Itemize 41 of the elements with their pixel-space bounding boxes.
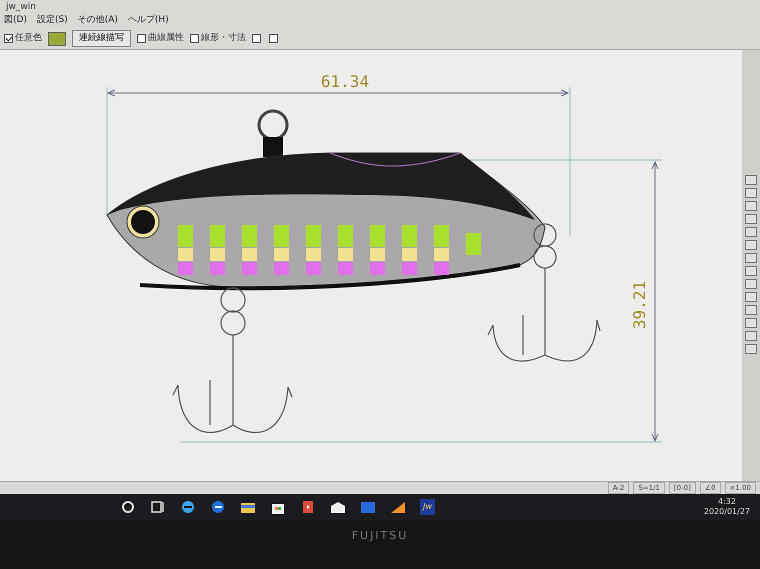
checkbox[interactable] <box>252 34 261 43</box>
tool-button[interactable] <box>745 279 757 289</box>
checkbox[interactable] <box>269 34 278 43</box>
checkbox[interactable] <box>190 34 199 43</box>
toolbar-button[interactable]: 連続線描写 <box>72 30 131 48</box>
media-icon[interactable] <box>300 499 316 515</box>
color-swatch[interactable] <box>48 32 66 46</box>
triangle-app-icon[interactable] <box>390 499 406 515</box>
mail-icon[interactable] <box>330 499 346 515</box>
tool-button[interactable] <box>745 344 757 354</box>
tool-button[interactable] <box>745 214 757 224</box>
tool-button[interactable] <box>745 253 757 263</box>
clock-date: 2020/01/27 <box>704 507 750 517</box>
menu-item[interactable]: 図(D) <box>4 14 27 28</box>
checkbox[interactable] <box>4 34 13 43</box>
tool-button[interactable] <box>745 175 757 185</box>
app-icon[interactable]: Jw <box>420 499 435 515</box>
tool-button[interactable] <box>745 201 757 211</box>
window-app-icon[interactable] <box>360 499 376 515</box>
tool-button[interactable] <box>745 292 757 302</box>
checkbox-label: 線形・寸法 <box>201 32 246 45</box>
tool-button[interactable] <box>745 331 757 341</box>
checkbox[interactable] <box>137 34 146 43</box>
clock-time: 4:32 <box>716 497 737 507</box>
tool-button[interactable] <box>745 266 757 276</box>
checkbox-label: 任意色 <box>15 32 42 45</box>
dimension-value: 39.21 <box>630 280 649 330</box>
menu-item[interactable]: その他(A) <box>78 14 118 28</box>
tool-button[interactable] <box>745 305 757 315</box>
tool-button[interactable] <box>745 188 757 198</box>
menu-item[interactable]: ヘルプ(H) <box>128 14 169 28</box>
checkbox-label: 曲線属性 <box>148 32 184 45</box>
tool-button[interactable] <box>745 240 757 250</box>
task-view-icon[interactable] <box>150 499 166 515</box>
tool-button[interactable] <box>745 318 757 328</box>
brand-logo: FUJITSU <box>352 528 408 544</box>
search-icon[interactable] <box>120 499 136 515</box>
tool-button[interactable] <box>745 227 757 237</box>
menu-item[interactable]: 設定(S) <box>36 14 68 28</box>
window-title: jw_win <box>4 1 37 14</box>
dimension-value: 61.34 <box>320 72 370 91</box>
